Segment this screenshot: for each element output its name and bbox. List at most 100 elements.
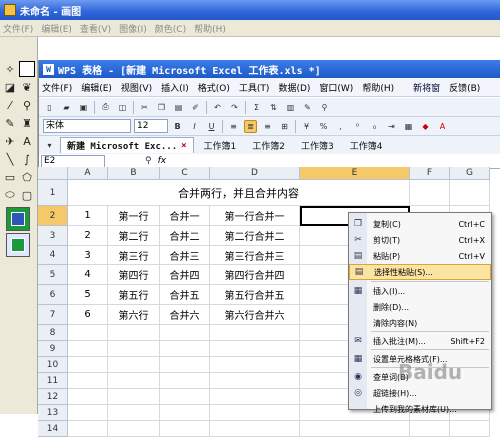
decrease-decimal-icon[interactable]: ₀: [368, 120, 381, 133]
row-header-9[interactable]: 9: [38, 341, 68, 357]
paste-toolbar-icon[interactable]: ▤: [172, 101, 185, 114]
font-name-select[interactable]: 宋体: [43, 119, 131, 133]
indent-icon[interactable]: ⇥: [385, 120, 398, 133]
new-window-button[interactable]: 新将窗: [413, 81, 440, 94]
zoom-icon[interactable]: ⚲: [318, 101, 331, 114]
line-tool-icon[interactable]: ╲: [2, 151, 18, 167]
merge-center-icon[interactable]: ≣: [244, 119, 257, 133]
row-header-3[interactable]: 3: [38, 226, 68, 246]
table-cell[interactable]: 第三行合并三: [210, 246, 300, 265]
table-cell[interactable]: [160, 341, 210, 357]
tab-menu-icon[interactable]: ▾: [43, 139, 56, 152]
row-header-5[interactable]: 5: [38, 265, 68, 285]
table-cell[interactable]: 第六行合并六: [210, 305, 300, 325]
tab-workbook4[interactable]: 工作簿4: [344, 137, 389, 153]
column-header-f[interactable]: F: [410, 167, 450, 180]
undo-icon[interactable]: ↶: [211, 101, 224, 114]
table-cell[interactable]: [160, 325, 210, 341]
table-cell[interactable]: 合并三: [160, 246, 210, 265]
fill-bucket-icon[interactable]: ❦: [19, 79, 35, 95]
table-cell[interactable]: [450, 180, 490, 206]
column-header-c[interactable]: C: [160, 167, 210, 180]
context-menu-item-4[interactable]: ▤ 选择性粘贴(S)...: [349, 264, 491, 280]
table-cell[interactable]: [210, 341, 300, 357]
table-cell[interactable]: [210, 325, 300, 341]
paint-menu-view[interactable]: 查看(V): [80, 22, 111, 35]
row-header-14[interactable]: 14: [38, 421, 68, 437]
table-cell[interactable]: 合并一: [160, 206, 210, 226]
text-tool-icon[interactable]: A: [19, 133, 35, 149]
table-cell[interactable]: [160, 389, 210, 405]
font-size-select[interactable]: 12: [134, 119, 168, 133]
open-folder-icon[interactable]: ▰: [60, 101, 73, 114]
paint-option-opaque[interactable]: [6, 207, 30, 231]
underline-icon[interactable]: U: [205, 120, 218, 133]
format-painter-icon[interactable]: ✐: [189, 101, 202, 114]
row-header-10[interactable]: 10: [38, 357, 68, 373]
context-menu-item-2[interactable]: ✂ 剪切(T) Ctrl+X: [349, 232, 491, 248]
font-color-icon[interactable]: A: [436, 120, 449, 133]
new-doc-icon[interactable]: ▯: [43, 101, 56, 114]
table-cell[interactable]: [108, 373, 160, 389]
free-select-icon[interactable]: ✧: [2, 61, 18, 77]
ellipse-tool-icon[interactable]: ⬭: [2, 187, 18, 203]
context-menu-item-7[interactable]: 清除内容(N): [349, 315, 491, 331]
table-cell[interactable]: [108, 325, 160, 341]
paint-menu-image[interactable]: 图像(I): [119, 22, 147, 35]
airbrush-icon[interactable]: ✈: [2, 133, 18, 149]
rounded-rect-tool-icon[interactable]: ▢: [19, 187, 35, 203]
align-left-icon[interactable]: ≡: [227, 120, 240, 133]
sort-asc-icon[interactable]: ⇅: [267, 101, 280, 114]
merge-cells-icon[interactable]: ⊞: [278, 120, 291, 133]
copy-icon[interactable]: ❐: [155, 101, 168, 114]
table-cell[interactable]: 第三行: [108, 246, 160, 265]
table-cell[interactable]: [160, 357, 210, 373]
context-menu-item-3[interactable]: ▤ 粘贴(P) Ctrl+V: [349, 248, 491, 264]
rectangle-tool-icon[interactable]: ▭: [2, 169, 18, 185]
row-header-8[interactable]: 8: [38, 325, 68, 341]
row-header-11[interactable]: 11: [38, 373, 68, 389]
increase-decimal-icon[interactable]: ⁰: [351, 120, 364, 133]
wps-menu-view[interactable]: 视图(V): [121, 81, 152, 94]
table-cell[interactable]: [68, 341, 108, 357]
eyedropper-icon[interactable]: ⁄: [2, 97, 18, 113]
row-header-2[interactable]: 2: [38, 206, 68, 226]
table-cell[interactable]: 第六行: [108, 305, 160, 325]
table-cell[interactable]: [160, 405, 210, 421]
table-cell[interactable]: [160, 421, 210, 437]
table-cell[interactable]: 3: [68, 246, 108, 265]
tab-workbook3[interactable]: 工作簿3: [295, 137, 340, 153]
table-cell[interactable]: 第二行: [108, 226, 160, 246]
preview-icon[interactable]: ◫: [116, 101, 129, 114]
table-cell[interactable]: [160, 373, 210, 389]
table-cell[interactable]: 1: [68, 206, 108, 226]
table-cell[interactable]: [108, 389, 160, 405]
name-box[interactable]: E2: [41, 154, 105, 168]
table-cell[interactable]: [210, 405, 300, 421]
pencil-icon[interactable]: ✎: [2, 115, 18, 131]
context-menu-item-8[interactable]: ✉ 插入批注(M)... Shift+F2: [349, 333, 491, 349]
table-cell[interactable]: 第一行合并一: [210, 206, 300, 226]
wps-menu-window[interactable]: 窗口(W): [319, 81, 353, 94]
table-cell[interactable]: 第四行合并四: [210, 265, 300, 285]
table-cell[interactable]: [68, 389, 108, 405]
feedback-button[interactable]: 反馈(B): [449, 81, 480, 94]
table-cell[interactable]: [210, 373, 300, 389]
row-header-6[interactable]: 6: [38, 285, 68, 305]
paint-menu-help[interactable]: 帮助(H): [194, 22, 226, 35]
wps-menu-tools[interactable]: 工具(T): [239, 81, 270, 94]
function-icon[interactable]: fx: [158, 156, 167, 166]
context-menu-item-5[interactable]: ▦ 插入(I)...: [349, 283, 491, 299]
eraser-icon[interactable]: ◪: [2, 79, 18, 95]
wps-menu-help[interactable]: 帮助(H): [362, 81, 394, 94]
column-header-d[interactable]: D: [210, 167, 300, 180]
wps-menu-edit[interactable]: 编辑(E): [81, 81, 112, 94]
table-cell[interactable]: [410, 421, 450, 437]
redo-icon[interactable]: ↷: [228, 101, 241, 114]
context-menu-item-6[interactable]: 删除(D)...: [349, 299, 491, 315]
table-cell[interactable]: 4: [68, 265, 108, 285]
rect-select-icon[interactable]: [19, 61, 35, 77]
table-cell[interactable]: 合并五: [160, 285, 210, 305]
column-header-e[interactable]: E: [300, 167, 410, 180]
table-cell[interactable]: [68, 325, 108, 341]
